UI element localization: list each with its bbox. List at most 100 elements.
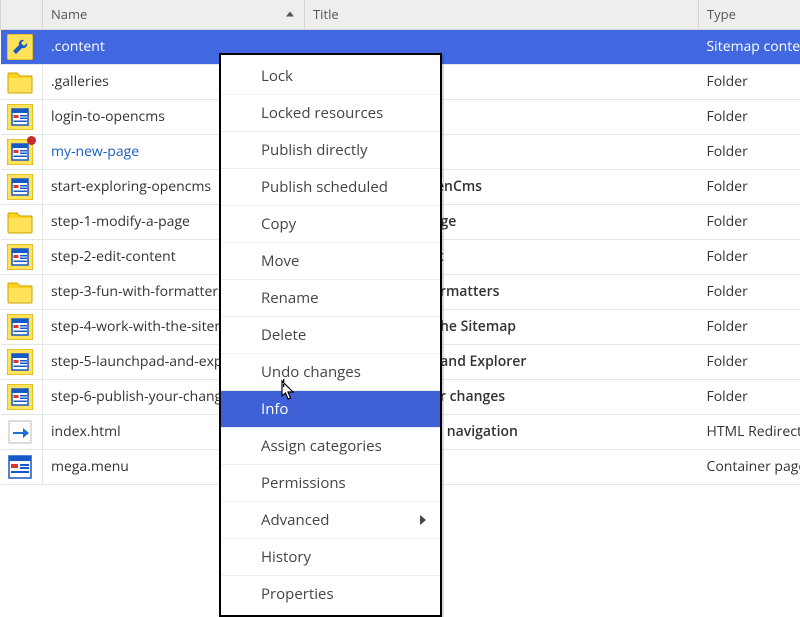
menu-item-move[interactable]: Move <box>221 243 440 280</box>
menu-item-info[interactable]: Info <box>221 391 440 428</box>
row-icon-cell <box>1 239 43 274</box>
context-menu: Lock Locked resources Publish directly Publ… <box>219 53 442 617</box>
row-icon-cell <box>1 134 43 169</box>
menu-item-label: History <box>261 547 311 567</box>
menu-item-locked[interactable]: Locked resources <box>221 95 440 132</box>
row-type-cell[interactable]: Sitemap content <box>699 29 800 64</box>
row-icon-cell <box>1 64 43 99</box>
row-type: Folder <box>707 177 748 196</box>
container-icon <box>7 454 33 480</box>
row-type-cell[interactable]: Folder <box>699 344 800 379</box>
menu-item-pub-sched[interactable]: Publish scheduled <box>221 169 440 206</box>
row-icon-cell <box>1 344 43 379</box>
sort-ascending-icon <box>286 12 294 17</box>
row-type-cell[interactable]: Container page <box>699 449 800 484</box>
row-name: step-2-edit-content <box>51 247 176 266</box>
row-type-cell[interactable]: Folder <box>699 169 800 204</box>
menu-item-label: Assign categories <box>261 436 382 456</box>
row-type-cell[interactable]: Folder <box>699 274 800 309</box>
row-type-cell[interactable]: Folder <box>699 239 800 274</box>
menu-item-lock[interactable]: Lock <box>221 58 440 95</box>
row-type: Folder <box>707 247 748 266</box>
menu-item-label: Advanced <box>261 510 329 530</box>
row-icon-cell <box>1 169 43 204</box>
menu-item-label: Undo changes <box>261 362 361 382</box>
menu-item-label: Lock <box>261 66 293 86</box>
row-name: .galleries <box>51 72 109 91</box>
menu-item-copy[interactable]: Copy <box>221 206 440 243</box>
row-icon-cell <box>1 309 43 344</box>
menu-item-label: Publish scheduled <box>261 177 388 197</box>
row-icon-cell <box>1 414 43 449</box>
row-type-cell[interactable]: Folder <box>699 379 800 414</box>
header-type-label: Type <box>707 5 736 23</box>
row-type-cell[interactable]: Folder <box>699 204 800 239</box>
row-icon-cell <box>1 99 43 134</box>
folder-icon <box>7 69 33 95</box>
row-type: Folder <box>707 107 748 126</box>
row-name: .content <box>51 37 105 56</box>
row-type-cell[interactable]: Folder <box>699 64 800 99</box>
menu-item-perms[interactable]: Permissions <box>221 465 440 502</box>
row-type: Container page <box>707 457 800 476</box>
row-name: step-1-modify-a-page <box>51 212 190 231</box>
menu-item-label: Rename <box>261 288 319 308</box>
row-icon-cell <box>1 29 43 64</box>
menu-item-undo[interactable]: Undo changes <box>221 354 440 391</box>
tool-icon <box>7 34 33 60</box>
row-icon-cell <box>1 379 43 414</box>
row-icon-cell <box>1 204 43 239</box>
header-icon[interactable] <box>1 0 43 29</box>
menu-item-label: Locked resources <box>261 103 383 123</box>
menu-item-label: Info <box>261 399 288 419</box>
page-icon <box>7 349 33 375</box>
menu-item-label: Properties <box>261 584 334 604</box>
row-type-cell[interactable]: Folder <box>699 134 800 169</box>
page-icon <box>7 104 33 130</box>
menu-item-advanced[interactable]: Advanced <box>221 502 440 539</box>
row-type: Folder <box>707 317 748 336</box>
row-name: mega.menu <box>51 457 129 476</box>
header-title[interactable]: Title <box>305 0 699 29</box>
header-name[interactable]: Name <box>43 0 305 29</box>
row-icon-cell <box>1 274 43 309</box>
redirect-icon <box>7 419 33 445</box>
menu-item-props[interactable]: Properties <box>221 576 440 612</box>
row-type: HTML Redirect <box>707 422 800 441</box>
menu-item-rename[interactable]: Rename <box>221 280 440 317</box>
row-type: Folder <box>707 72 748 91</box>
menu-item-pub-direct[interactable]: Publish directly <box>221 132 440 169</box>
menu-item-history[interactable]: History <box>221 539 440 576</box>
page-icon <box>7 314 33 340</box>
row-icon-cell <box>1 449 43 484</box>
row-name: start-exploring-opencms <box>51 177 211 196</box>
folder-icon <box>7 279 33 305</box>
menu-item-label: Copy <box>261 214 296 234</box>
page-icon <box>7 384 33 410</box>
folder-icon <box>7 209 33 235</box>
page-icon <box>7 244 33 270</box>
row-name: step-6-publish-your-changes <box>51 387 237 406</box>
menu-item-label: Permissions <box>261 473 346 493</box>
row-type: Folder <box>707 352 748 371</box>
row-type: Sitemap content <box>707 37 800 56</box>
row-type: Folder <box>707 282 748 301</box>
row-type: Folder <box>707 212 748 231</box>
row-type-cell[interactable]: Folder <box>699 99 800 134</box>
menu-item-label: Move <box>261 251 299 271</box>
changed-badge-icon <box>27 136 36 145</box>
row-type-cell[interactable]: HTML Redirect <box>699 414 800 449</box>
table-header-row: Name Title Type <box>1 0 800 29</box>
page-icon <box>7 139 33 165</box>
row-name: index.html <box>51 422 121 441</box>
row-name: step-4-work-with-the-sitemap <box>51 317 244 336</box>
row-type-cell[interactable]: Folder <box>699 309 800 344</box>
menu-item-label: Publish directly <box>261 140 368 160</box>
menu-item-assign-cat[interactable]: Assign categories <box>221 428 440 465</box>
menu-item-delete[interactable]: Delete <box>221 317 440 354</box>
row-type: Folder <box>707 387 748 406</box>
row-name: my-new-page <box>51 142 139 161</box>
header-type[interactable]: Type <box>699 0 800 29</box>
row-name: step-3-fun-with-formatters <box>51 282 225 301</box>
header-title-label: Title <box>313 5 339 23</box>
